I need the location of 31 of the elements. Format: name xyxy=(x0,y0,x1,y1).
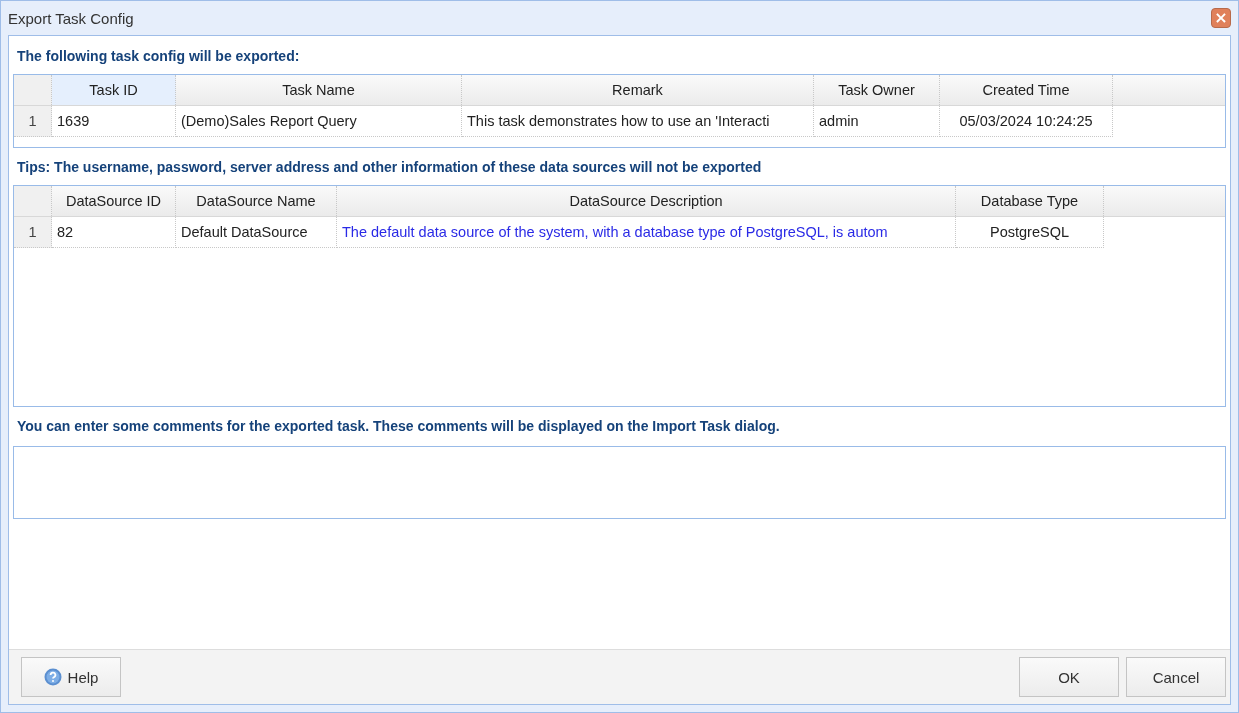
column-header[interactable]: Database Type xyxy=(956,186,1104,216)
table-cell: The default data source of the system, with a database type of PostgreSQL, is autom xyxy=(337,217,956,248)
comments-instruction: You can enter some comments for the exported task. These comments will be displayed on the Import Task dialog. xyxy=(16,417,781,436)
row-number: 1 xyxy=(14,217,52,248)
corner-header xyxy=(14,75,52,105)
section-heading: The following task config will be exported: xyxy=(16,47,301,66)
table-cell: This task demonstrates how to use an 'Interacti xyxy=(462,106,814,137)
help-icon xyxy=(43,668,62,686)
column-header[interactable]: Created Time xyxy=(940,75,1113,105)
comments-field[interactable] xyxy=(13,446,1226,519)
window-title: Export Task Config xyxy=(8,9,135,27)
column-header[interactable]: DataSource Name xyxy=(176,186,337,216)
table-cell: Default DataSource xyxy=(176,217,337,248)
help-button[interactable]: Help xyxy=(21,657,121,697)
table-cell: 1639 xyxy=(52,106,176,137)
table-cell: admin xyxy=(814,106,940,137)
column-header[interactable]: DataSource ID xyxy=(52,186,176,216)
column-header[interactable]: Task Owner xyxy=(814,75,940,105)
column-header[interactable]: DataSource Description xyxy=(337,186,956,216)
table-cell: 82 xyxy=(52,217,176,248)
column-header[interactable]: Remark xyxy=(462,75,814,105)
column-header[interactable]: Task Name xyxy=(176,75,462,105)
cancel-button[interactable]: Cancel xyxy=(1126,657,1226,697)
tips-text: Tips: The username, password, server address and other information of these data sources will not be exported xyxy=(16,158,763,177)
row-number: 1 xyxy=(14,106,52,137)
table-cell: (Demo)Sales Report Query xyxy=(176,106,462,137)
table-cell: PostgreSQL xyxy=(956,217,1104,248)
table-cell: 05/03/2024 10:24:25 xyxy=(940,106,1113,137)
corner-header xyxy=(14,186,52,216)
ok-button[interactable]: OK xyxy=(1019,657,1119,697)
column-header[interactable]: Task ID xyxy=(52,75,176,105)
